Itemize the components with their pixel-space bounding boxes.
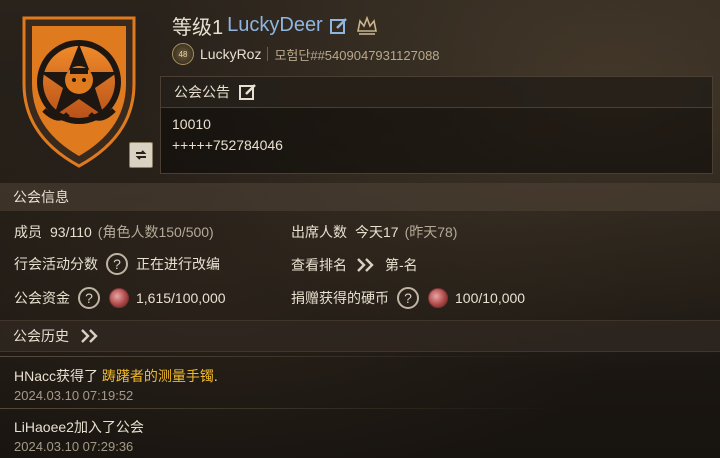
notice-text-line: 10010: [172, 116, 211, 132]
ranking-label: 查看排名: [291, 257, 347, 273]
history-text-suffix: .: [213, 368, 218, 384]
funds-label: 公会资金: [14, 290, 70, 306]
members-extra: (角色人数150/500): [97, 224, 214, 240]
info-title: 公会信息: [13, 189, 69, 205]
history-header: 公会历史: [0, 320, 720, 352]
emblem-swap-icon[interactable]: [129, 142, 153, 168]
notice-panel: 公会公告 10010 +++++752784046: [160, 76, 713, 174]
activity-row: 行会活动分数 ? 正在进行改编: [14, 253, 220, 275]
notice-header: 公会公告: [161, 77, 712, 108]
info-header: 公会信息: [0, 183, 720, 211]
donation-value: 100/10,000: [455, 290, 526, 306]
activity-value: 正在进行改编: [136, 256, 220, 272]
guild-title-line: 等级1 LuckyDeer: [172, 11, 379, 40]
help-icon[interactable]: ?: [106, 253, 128, 275]
owner-name: LuckyRoz: [200, 46, 262, 62]
coin-icon: [109, 288, 129, 308]
attendance-row: 出席人数 今天17 (昨天78): [291, 222, 457, 242]
attendance-yesterday: (昨天78): [404, 224, 458, 240]
members-row: 成员 93/110 (角色人数150/500): [14, 222, 214, 242]
owner-badge-icon: 48: [172, 43, 194, 65]
history-time: 2024.03.10 07:29:36: [14, 439, 134, 454]
chevron-double-right-icon[interactable]: [355, 257, 377, 273]
history-text: HNacc获得了 踌躇者的测量手镯.: [14, 366, 218, 386]
divider: [267, 47, 269, 61]
ranking-value: 第-名: [385, 257, 418, 273]
help-icon[interactable]: ?: [78, 287, 100, 309]
history-text-prefix: LiHaoee2加入了公会: [14, 419, 144, 435]
activity-label: 行会活动分数: [14, 256, 98, 272]
history-time: 2024.03.10 07:19:52: [14, 388, 134, 403]
help-icon[interactable]: ?: [397, 287, 419, 309]
crown-icon: [356, 15, 377, 35]
owner-line: 48 LuckyRoz 모험단##5409047931127088: [172, 43, 440, 65]
members-value: 93/110: [50, 224, 92, 240]
notice-text-line: +++++752784046: [172, 137, 283, 153]
history-title: 公会历史: [13, 328, 69, 344]
donation-row: 捐赠获得的硬币 ? 100/10,000: [291, 287, 525, 309]
divider: [0, 356, 560, 357]
attendance-label: 出席人数: [291, 224, 347, 240]
notice-title: 公会公告: [174, 84, 230, 100]
owner-id: 모험단##5409047931127088: [274, 47, 440, 63]
chevron-double-right-icon[interactable]: [79, 328, 101, 344]
edit-icon[interactable]: [329, 16, 349, 36]
history-item-name[interactable]: 踌躇者的测量手镯: [102, 368, 214, 384]
donation-label: 捐赠获得的硬币: [291, 290, 389, 306]
history-text: LiHaoee2加入了公会: [14, 417, 144, 437]
ranking-row: 查看排名 第-名: [291, 255, 418, 275]
funds-value: 1,615/100,000: [136, 290, 226, 306]
members-label: 成员: [14, 224, 42, 240]
history-item: HNacc获得了 踌躇者的测量手镯. 2024.03.10 07:19:52: [0, 356, 560, 408]
history-item: LiHaoee2加入了公会 2024.03.10 07:29:36: [0, 408, 560, 458]
guild-level: 等级1: [172, 17, 224, 39]
attendance-today: 今天17: [355, 224, 399, 240]
guild-name: LuckyDeer: [227, 14, 323, 36]
history-text-prefix: HNacc获得了: [14, 368, 102, 384]
edit-icon[interactable]: [238, 82, 258, 102]
divider: [0, 408, 560, 409]
funds-row: 公会资金 ? 1,615/100,000: [14, 287, 226, 309]
guild-emblem[interactable]: [18, 14, 140, 170]
coin-icon: [428, 288, 448, 308]
